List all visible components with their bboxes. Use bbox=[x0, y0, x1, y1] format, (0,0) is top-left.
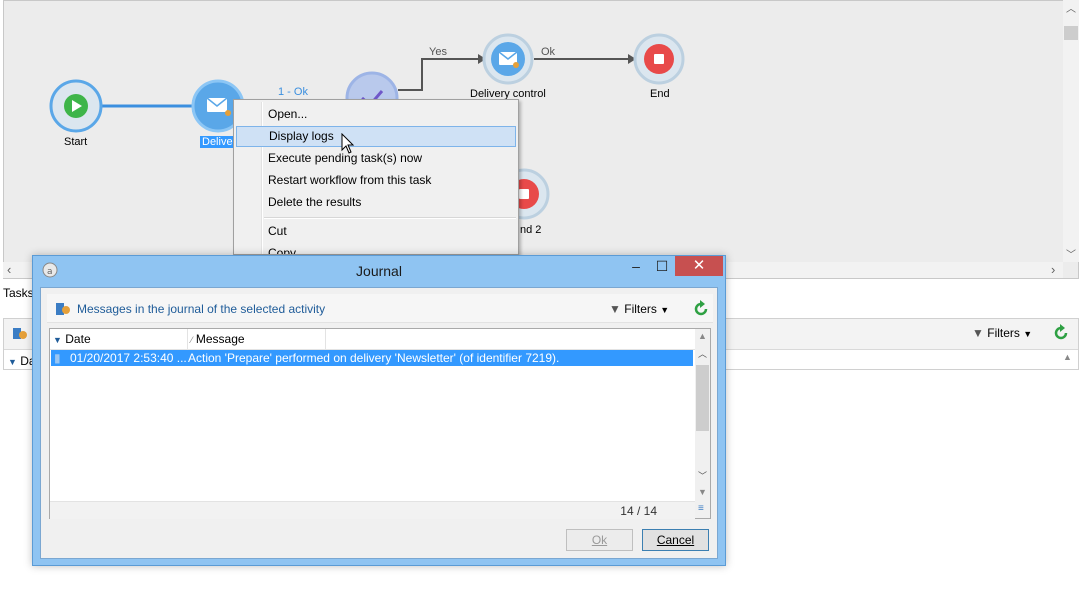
chevron-down-icon: ▼ bbox=[1023, 329, 1033, 339]
tasks-filters-button[interactable]: ▼ Filters ▼ bbox=[972, 326, 1032, 340]
menu-separator bbox=[264, 217, 516, 219]
tab-tasks[interactable]: Tasks bbox=[3, 286, 34, 300]
info-icon: ▮ bbox=[54, 351, 61, 365]
start-node[interactable] bbox=[49, 79, 103, 133]
close-icon[interactable]: ✕ bbox=[675, 256, 723, 276]
context-menu: Open... Display logs Execute pending tas… bbox=[233, 99, 519, 255]
sort-down-icon: ▼ bbox=[53, 335, 62, 345]
list-menu-icon[interactable]: ≡ bbox=[698, 503, 704, 514]
menu-item-cut[interactable]: Cut bbox=[236, 221, 516, 242]
scroll-right-arrow-icon[interactable]: › bbox=[1051, 262, 1055, 278]
row-message: Action 'Prepare' performed on delivery '… bbox=[188, 351, 560, 365]
dialog-body: Messages in the journal of the selected … bbox=[40, 287, 718, 559]
journal-dialog: a Journal – ☐ ✕ Messages in the journal … bbox=[32, 255, 726, 566]
transition-label-1-ok: 1 - Ok bbox=[278, 86, 308, 98]
scroll-thumb[interactable] bbox=[1064, 26, 1078, 40]
gear-icon bbox=[513, 62, 519, 68]
grid-header: ▼ Date ⁄ Message bbox=[50, 329, 695, 350]
refresh-icon[interactable] bbox=[1052, 324, 1070, 342]
start-label: Start bbox=[64, 136, 88, 148]
funnel-icon: ▼ bbox=[609, 302, 621, 316]
mouse-cursor-icon bbox=[341, 133, 355, 154]
menu-item-execute-pending[interactable]: Execute pending task(s) now bbox=[236, 148, 516, 169]
refresh-icon[interactable] bbox=[692, 300, 710, 318]
journal-icon bbox=[13, 328, 27, 339]
column-header-date[interactable]: ▼ Date bbox=[50, 329, 188, 349]
filters-label: Filters bbox=[987, 326, 1020, 340]
transition-label-yes: Yes bbox=[429, 46, 447, 58]
filters-label: Filters bbox=[624, 302, 657, 316]
grid-vertical-scrollbar[interactable]: ▲ ︿ ﹀ ▼ ≡ bbox=[695, 329, 710, 518]
gear-icon bbox=[225, 110, 231, 116]
transition-yes bbox=[398, 58, 478, 91]
sort-down-icon: ▼ bbox=[8, 357, 17, 367]
column-header-message[interactable]: ⁄ Message bbox=[188, 329, 326, 349]
menu-item-delete-results[interactable]: Delete the results bbox=[236, 192, 516, 213]
workflow-canvas[interactable]: Start Deliver Delivery control End nd 2 … bbox=[3, 0, 1079, 279]
row-count: 14 / 14 bbox=[620, 504, 657, 518]
scroll-top-icon[interactable]: ▲ bbox=[698, 331, 707, 341]
chevron-down-icon: ▼ bbox=[660, 305, 670, 315]
journal-toolbar-title: Messages in the journal of the selected … bbox=[77, 302, 326, 316]
dialog-title: Journal bbox=[356, 263, 402, 279]
menu-item-display-logs[interactable]: Display logs bbox=[236, 126, 516, 147]
table-row[interactable]: ▮ 01/20/2017 2:53:40 ...Action 'Prepare' … bbox=[51, 350, 693, 366]
journal-filters-button[interactable]: ▼ Filters ▼ bbox=[609, 302, 669, 316]
stop-icon bbox=[654, 54, 664, 64]
maximize-icon[interactable]: ☐ bbox=[649, 256, 675, 276]
row-date: 01/20/2017 2:53:40 ... bbox=[70, 351, 187, 365]
minimize-icon[interactable]: – bbox=[623, 256, 649, 276]
journal-toolbar: Messages in the journal of the selected … bbox=[47, 294, 713, 323]
end2-label: nd 2 bbox=[520, 224, 542, 236]
end-label: End bbox=[650, 88, 670, 100]
scroll-bottom-icon[interactable]: ▼ bbox=[698, 487, 707, 497]
transition-label-ok: Ok bbox=[541, 46, 556, 58]
dialog-titlebar[interactable]: a Journal – ☐ ✕ bbox=[33, 256, 725, 286]
journal-icon bbox=[56, 303, 70, 315]
menu-item-open[interactable]: Open... bbox=[236, 104, 516, 125]
funnel-icon: ▼ bbox=[972, 326, 984, 340]
scroll-down-arrow-icon[interactable]: ﹀ bbox=[1063, 246, 1079, 261]
scroll-left-arrow-icon[interactable]: ‹ bbox=[7, 262, 11, 278]
grid-footer: 14 / 14 bbox=[50, 501, 695, 519]
scroll-top-icon[interactable]: ▲ bbox=[1063, 352, 1072, 362]
scroll-thumb[interactable] bbox=[696, 365, 709, 431]
menu-item-restart-workflow[interactable]: Restart workflow from this task bbox=[236, 170, 516, 191]
ok-button[interactable]: Ok bbox=[566, 529, 633, 551]
journal-grid: ▼ Date ⁄ Message ▮ 01/20/2017 2:53:40 ...… bbox=[49, 328, 711, 519]
canvas-vertical-scrollbar[interactable]: ︿ ﹀ bbox=[1063, 0, 1079, 262]
scroll-up-arrow-icon[interactable]: ︿ bbox=[698, 347, 707, 360]
delivery-control-node[interactable] bbox=[482, 33, 534, 85]
menu-item-copy[interactable]: Copy bbox=[236, 243, 516, 254]
scroll-up-arrow-icon[interactable]: ︿ bbox=[1063, 0, 1079, 15]
stop-icon bbox=[519, 189, 529, 199]
cancel-button[interactable]: Cancel bbox=[642, 529, 709, 551]
scroll-down-arrow-icon[interactable]: ﹀ bbox=[698, 469, 707, 482]
end-node[interactable] bbox=[633, 33, 685, 85]
